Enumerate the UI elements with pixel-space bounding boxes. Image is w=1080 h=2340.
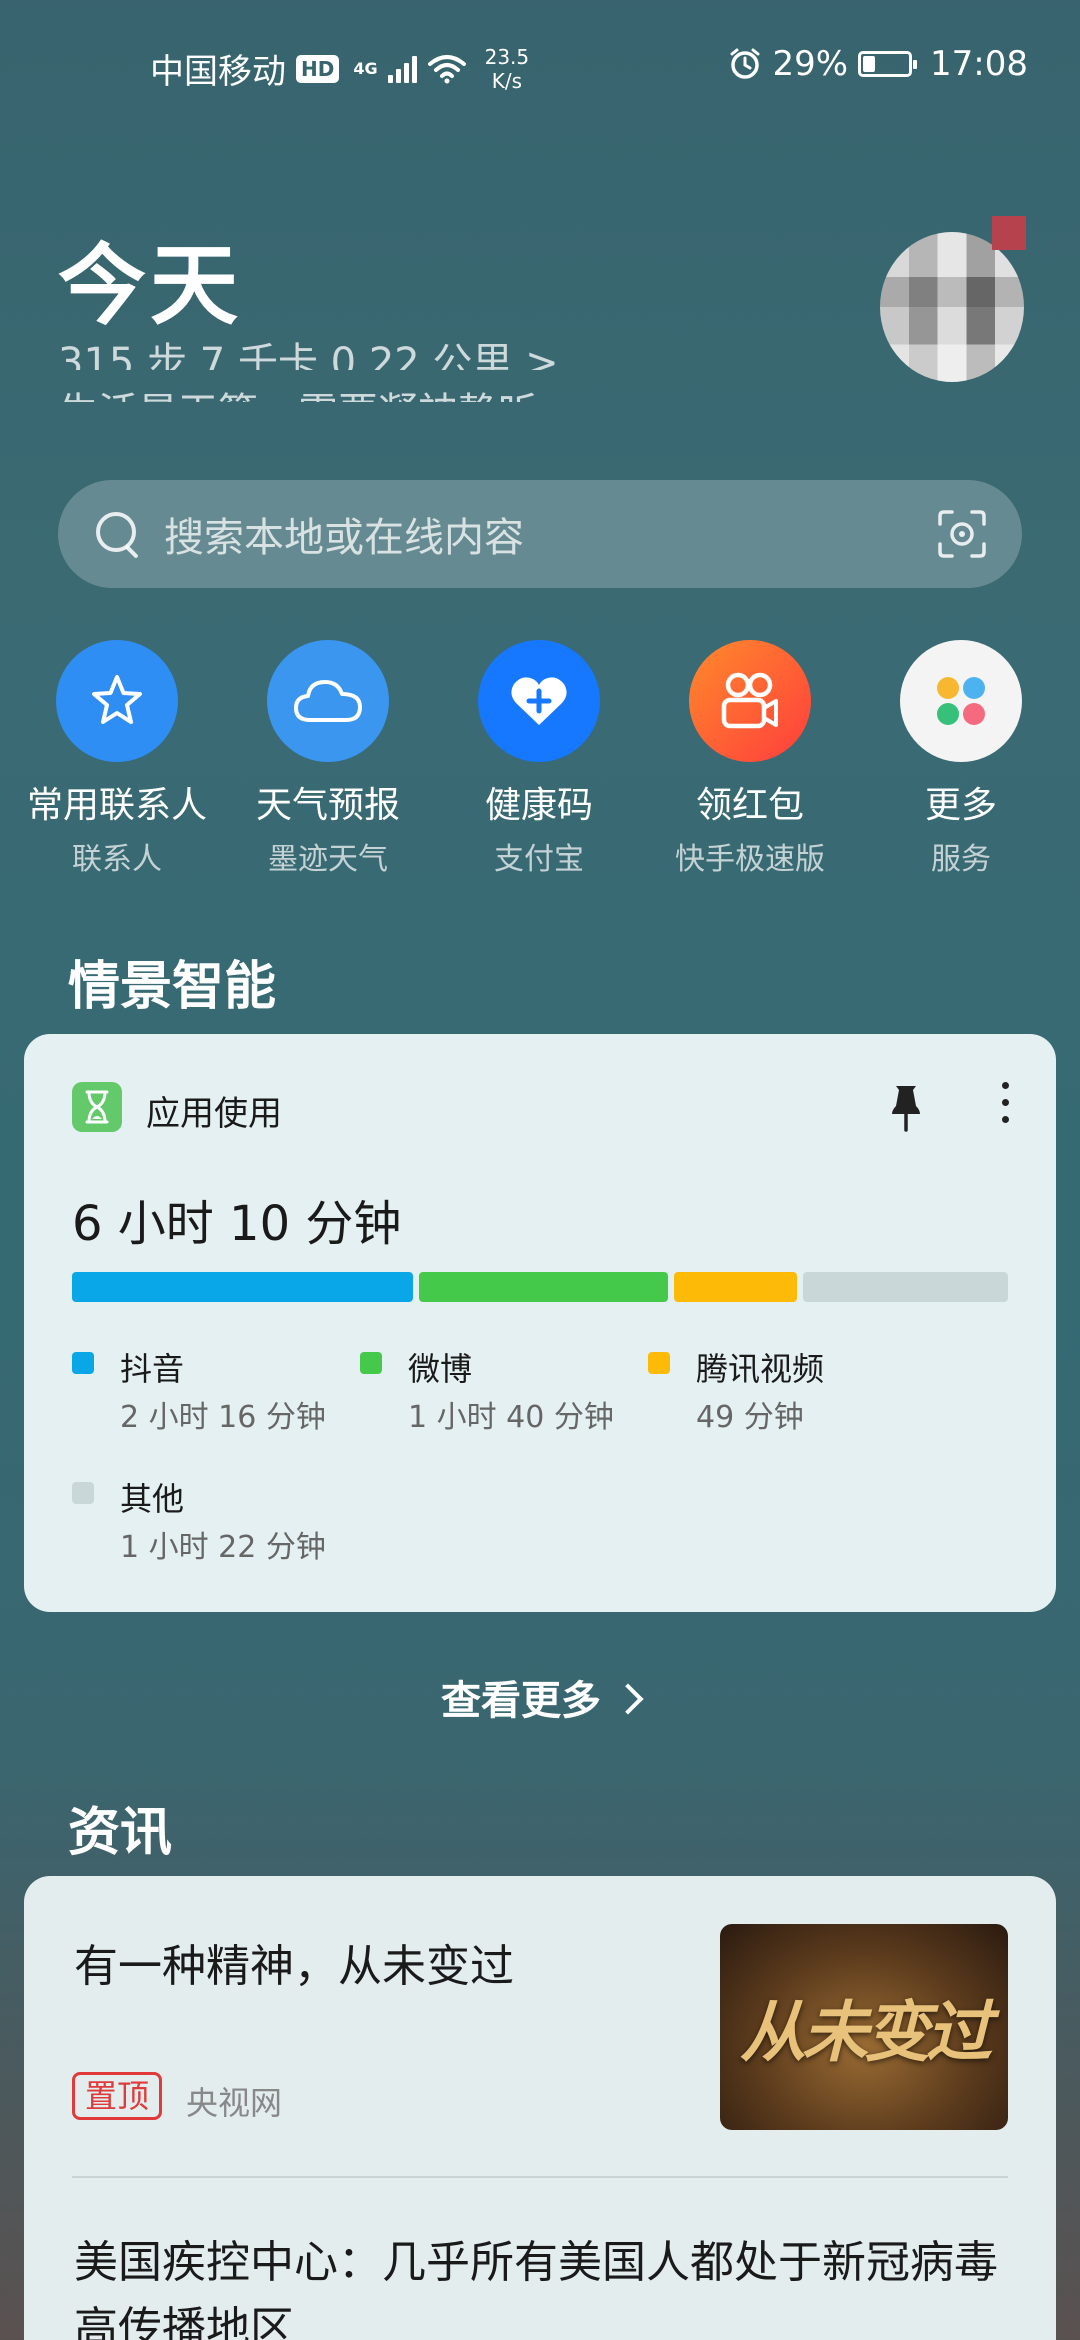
signal-icon: [387, 55, 417, 83]
total-usage-time: 6 小时 10 分钟: [72, 1196, 402, 1252]
daily-quote: 生活是天籁，需要凝神静听: [58, 380, 538, 402]
quick-app-sub: 墨迹天气: [268, 842, 388, 877]
quick-app-sub: 快手极速版: [675, 842, 825, 877]
heart-plus-icon: [478, 640, 600, 762]
card-title: 应用使用: [146, 1094, 282, 1134]
avatar-badge: [992, 216, 1026, 250]
news-headline[interactable]: 美国疾控中心：几乎所有美国人都处于新冠病毒高传播地区: [74, 2230, 1024, 2340]
pinned-badge: 置顶: [72, 2072, 163, 2120]
usage-bar: [72, 1272, 1008, 1302]
quick-app-red-packet[interactable]: 领红包 快手极速版: [645, 640, 855, 878]
alarm-icon: [730, 48, 760, 79]
chevron-right-icon: [612, 1683, 644, 1715]
quick-app-name: 更多: [924, 785, 997, 826]
search-placeholder: 搜索本地或在线内容: [164, 515, 524, 561]
more-apps-icon: [900, 640, 1022, 762]
legend-color: [72, 1352, 94, 1374]
hd-badge: HD: [296, 54, 340, 83]
quick-apps: 常用联系人 联系人 天气预报 墨迹天气 健康码 支付宝 领红包 快手极速版 更多…: [0, 640, 1080, 880]
usage-segment: [802, 1272, 1008, 1302]
legend-item: 微博 1 小时 40 分钟: [360, 1344, 640, 1435]
legend-app-name: 腾讯视频: [696, 1350, 825, 1388]
status-left: 中国移动 HD 4G 23.5 K/s: [150, 44, 529, 93]
hourglass-icon: [72, 1082, 122, 1132]
quick-app-name: 常用联系人: [26, 785, 207, 826]
legend-app-time: 49 分钟: [696, 1400, 804, 1435]
thumbnail-calligraphy: 从未变过: [740, 1993, 992, 2071]
legend-color: [648, 1352, 670, 1374]
page-title: 今天: [58, 234, 243, 337]
legend-app-name: 其他: [120, 1480, 185, 1518]
news-thumbnail[interactable]: 从未变过: [720, 1924, 1008, 2130]
avatar[interactable]: [880, 232, 1024, 382]
search-icon: [94, 510, 142, 558]
search-bar[interactable]: 搜索本地或在线内容: [58, 480, 1022, 588]
speed-value: 23.5: [484, 44, 530, 69]
quick-app-name: 健康码: [484, 785, 593, 826]
cloud-icon: [267, 640, 389, 762]
scan-icon[interactable]: [936, 508, 988, 560]
clock: 17:08: [930, 44, 1028, 84]
legend-color: [360, 1352, 382, 1374]
quick-app-health-code[interactable]: 健康码 支付宝: [434, 640, 644, 878]
usage-segment: [674, 1272, 797, 1302]
network-speed: 23.5 K/s: [485, 45, 530, 93]
legend-color: [72, 1482, 94, 1504]
status-bar: 中国移动 HD 4G 23.5 K/s 29% 17:08: [0, 0, 1080, 130]
star-icon: [56, 640, 178, 762]
legend-item: 抖音 2 小时 16 分钟: [72, 1344, 352, 1435]
see-more-button[interactable]: 查看更多: [0, 1668, 1080, 1726]
news-card: 有一种精神，从未变过 置顶 央视网 从未变过 美国疾控中心：几乎所有美国人都处于…: [24, 1876, 1056, 2340]
news-source: 央视网: [186, 2084, 283, 2122]
battery-icon: [858, 51, 918, 77]
pin-icon[interactable]: [886, 1082, 926, 1132]
quick-app-name: 天气预报: [255, 785, 400, 826]
legend-item: 其他 1 小时 22 分钟: [72, 1474, 352, 1565]
kuaishou-icon: [689, 640, 811, 762]
news-headline[interactable]: 有一种精神，从未变过: [74, 1930, 694, 1994]
quick-app-name: 领红包: [695, 785, 804, 826]
legend-app-time: 1 小时 40 分钟: [408, 1400, 614, 1435]
app-usage-card[interactable]: 应用使用 6 小时 10 分钟 抖音 2 小时 16 分钟 微博 1 小时 40…: [24, 1034, 1056, 1612]
quick-app-more[interactable]: 更多 服务: [856, 640, 1066, 878]
legend-app-name: 抖音: [120, 1350, 185, 1388]
battery-percent: 29%: [772, 44, 849, 84]
quick-app-weather[interactable]: 天气预报 墨迹天气: [223, 640, 433, 878]
status-right: 29% 17:08: [728, 44, 1028, 84]
more-options-icon[interactable]: [1000, 1082, 1010, 1132]
quick-app-sub: 服务: [931, 842, 991, 877]
legend-app-name: 微博: [408, 1350, 473, 1388]
network-type: 4G: [353, 58, 378, 78]
usage-segment: [72, 1272, 413, 1302]
quick-app-contacts[interactable]: 常用联系人 联系人: [12, 640, 222, 878]
divider: [72, 2176, 1008, 2178]
legend-app-time: 1 小时 22 分钟: [120, 1530, 326, 1565]
health-stats[interactable]: 315 步 7 千卡 0.22 公里 >: [58, 330, 559, 370]
section-title-situational: 情景智能: [68, 957, 277, 1017]
legend-app-time: 2 小时 16 分钟: [120, 1400, 326, 1435]
speed-unit: K/s: [491, 68, 523, 93]
quick-app-sub: 支付宝: [494, 842, 584, 877]
legend-item: 腾讯视频 49 分钟: [648, 1344, 948, 1435]
quick-app-sub: 联系人: [72, 842, 162, 877]
carrier-name: 中国移动: [150, 52, 286, 92]
usage-segment: [418, 1272, 669, 1302]
section-title-news: 资讯: [68, 1803, 173, 1863]
see-more-label: 查看更多: [441, 1678, 601, 1724]
wifi-icon: [427, 54, 466, 83]
